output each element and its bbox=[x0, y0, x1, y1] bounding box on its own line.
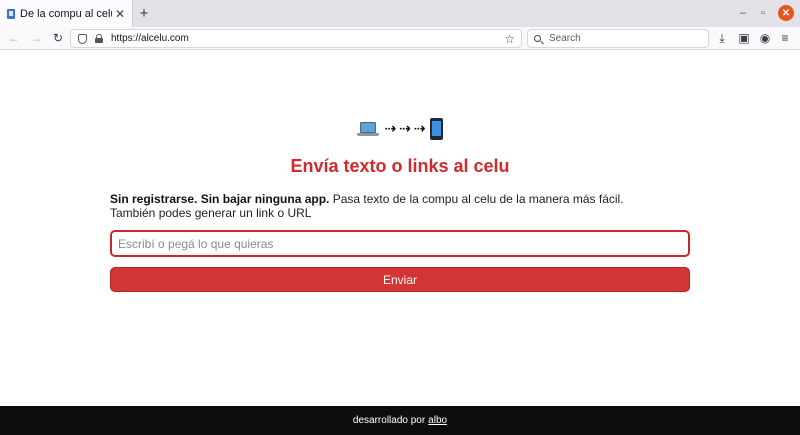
laptop-icon bbox=[356, 120, 379, 138]
download-icon[interactable]: ⤓ bbox=[714, 30, 730, 46]
minimize-icon[interactable]: – bbox=[738, 7, 748, 19]
search-bar[interactable]: Search bbox=[527, 29, 709, 48]
description-bold: Sin registrarse. Sin bajar ninguna app. bbox=[110, 192, 330, 206]
reload-icon[interactable]: ↻ bbox=[50, 30, 66, 46]
screenshot-icon[interactable]: ▣ bbox=[736, 30, 752, 46]
browser-tab[interactable]: De la compu al celu ✕ bbox=[0, 0, 133, 27]
search-icon bbox=[534, 35, 541, 42]
restore-icon[interactable]: ▫ bbox=[758, 7, 768, 19]
extension-icon[interactable]: ◉ bbox=[757, 30, 773, 46]
back-icon[interactable]: ← bbox=[6, 30, 22, 46]
message-input[interactable] bbox=[110, 230, 690, 257]
lock-icon[interactable] bbox=[95, 34, 103, 43]
tab-bar: De la compu al celu ✕ + – ▫ ✕ bbox=[0, 0, 800, 27]
page-title: Envía texto o links al celu bbox=[290, 156, 510, 176]
forward-icon[interactable]: → bbox=[28, 30, 44, 46]
search-placeholder: Search bbox=[549, 33, 581, 44]
footer: desarrollado por albo bbox=[0, 406, 800, 435]
menu-icon[interactable]: ≡ bbox=[777, 30, 793, 46]
url-bar[interactable]: https://alcelu.com ☆ bbox=[70, 29, 522, 48]
send-button[interactable]: Enviar bbox=[110, 267, 690, 292]
window-controls: – ▫ ✕ bbox=[738, 4, 794, 22]
footer-author-link[interactable]: albo bbox=[428, 415, 447, 426]
favicon-icon bbox=[7, 8, 15, 19]
new-tab-icon[interactable]: + bbox=[136, 5, 152, 22]
page-content: ⇢ ⇢ ⇢ Envía texto o links al celu Sin re… bbox=[0, 51, 800, 406]
footer-text: desarrollado por bbox=[352, 415, 426, 426]
tab-title: De la compu al celu bbox=[20, 7, 112, 20]
nav-bar: ← → ↻ https://alcelu.com ☆ Search ⤓ ▣ ◉ … bbox=[0, 27, 800, 50]
phone-icon bbox=[430, 118, 444, 140]
bookmark-star-icon[interactable]: ☆ bbox=[504, 32, 515, 46]
close-tab-icon[interactable]: ✕ bbox=[112, 6, 128, 22]
url-text[interactable]: https://alcelu.com bbox=[111, 33, 504, 44]
hero-illustration: ⇢ ⇢ ⇢ bbox=[0, 117, 800, 141]
page-description: Sin registrarse. Sin bajar ninguna app. … bbox=[110, 192, 670, 220]
arrows-icon: ⇢ ⇢ ⇢ bbox=[384, 121, 426, 137]
close-window-icon[interactable]: ✕ bbox=[778, 5, 794, 21]
shield-icon[interactable] bbox=[78, 33, 87, 44]
